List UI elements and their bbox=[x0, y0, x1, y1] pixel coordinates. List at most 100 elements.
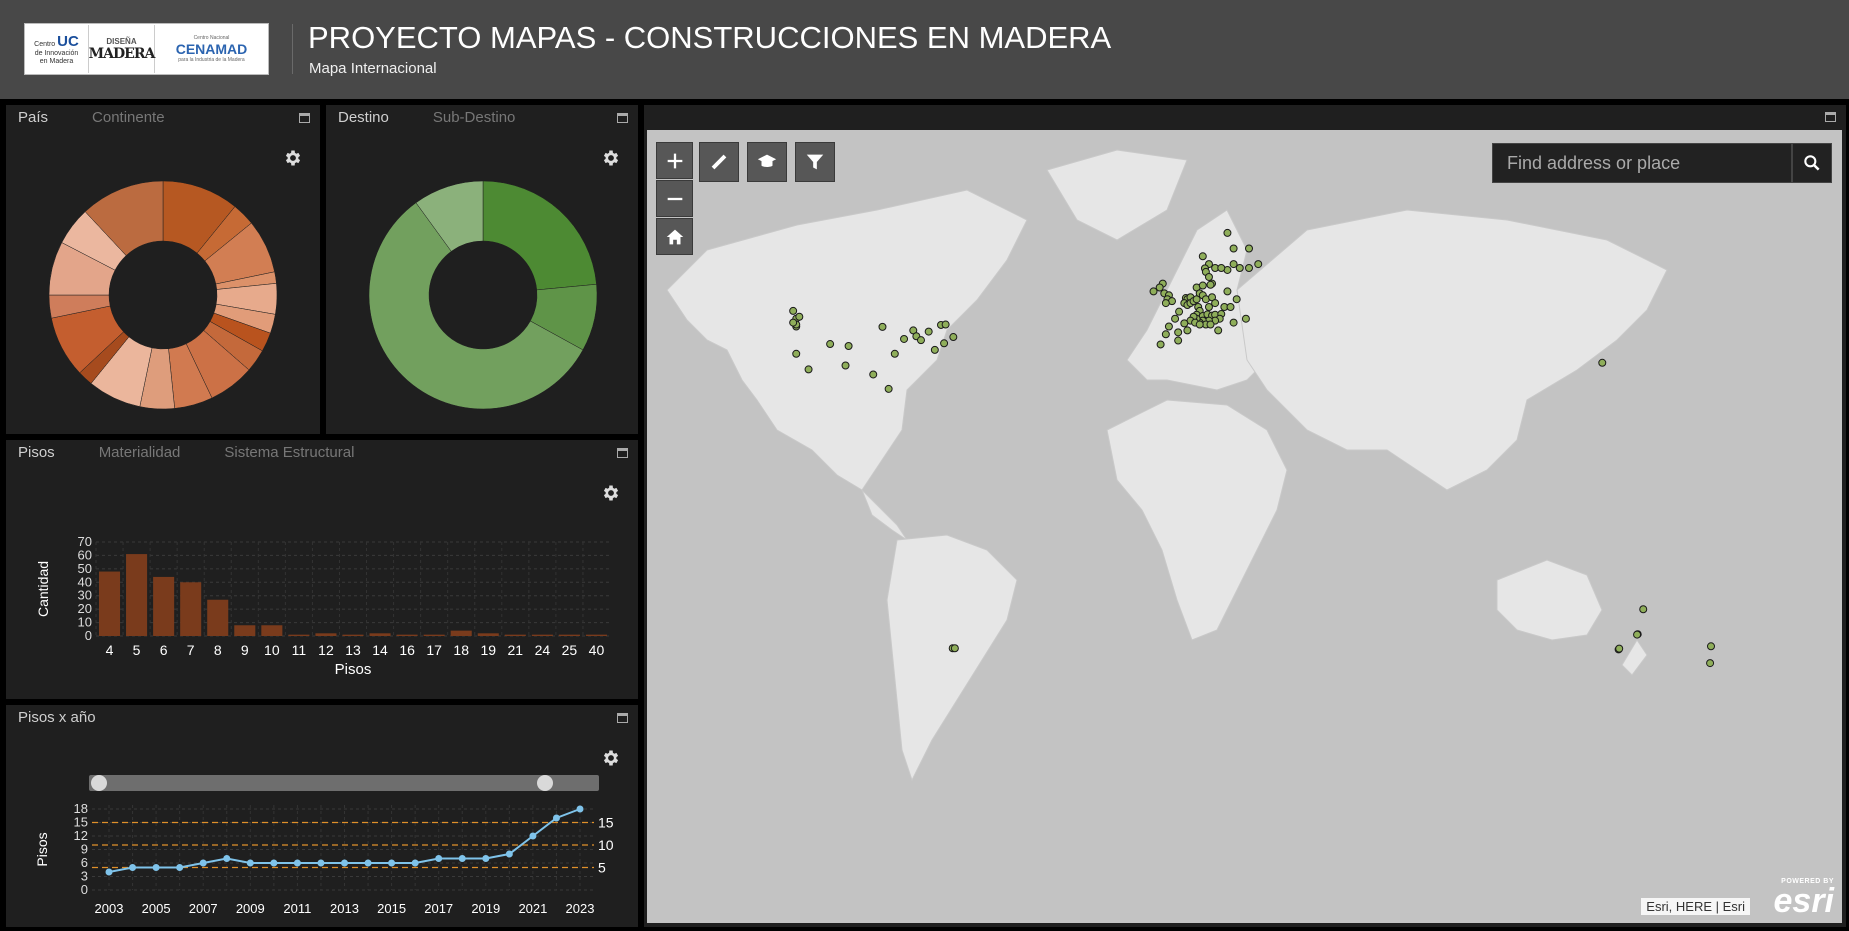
bar-pisos-10[interactable] bbox=[261, 625, 283, 636]
project-point[interactable] bbox=[1706, 659, 1715, 668]
pais-donut-chart[interactable] bbox=[6, 105, 320, 434]
point-2016[interactable] bbox=[411, 859, 419, 867]
pais-slice-1[interactable] bbox=[196, 206, 252, 262]
project-point[interactable] bbox=[1161, 299, 1170, 308]
project-point[interactable] bbox=[1149, 287, 1158, 296]
point-2005[interactable] bbox=[152, 864, 160, 871]
destino-donut-chart[interactable] bbox=[326, 105, 638, 434]
map-attribution[interactable]: Esri, HERE | Esri bbox=[1641, 898, 1750, 915]
point-2009[interactable] bbox=[246, 859, 254, 867]
point-2020[interactable] bbox=[505, 850, 513, 858]
project-point[interactable] bbox=[792, 349, 801, 358]
pais-slice-4[interactable] bbox=[215, 283, 278, 315]
project-point[interactable] bbox=[1195, 320, 1204, 329]
point-2013[interactable] bbox=[341, 859, 348, 867]
pais-slice-14[interactable] bbox=[48, 294, 111, 319]
project-point[interactable] bbox=[1245, 244, 1253, 253]
project-point[interactable] bbox=[1226, 303, 1235, 311]
point-2007[interactable] bbox=[199, 859, 207, 867]
pais-slice-17[interactable] bbox=[84, 180, 164, 256]
pais-slice-3[interactable] bbox=[215, 271, 277, 290]
project-point[interactable] bbox=[804, 365, 813, 374]
project-point[interactable] bbox=[1180, 319, 1189, 328]
home-button[interactable] bbox=[656, 218, 693, 255]
search-button[interactable] bbox=[1792, 143, 1832, 183]
project-point[interactable] bbox=[1615, 644, 1624, 653]
project-point[interactable] bbox=[1156, 340, 1165, 349]
project-point[interactable] bbox=[1198, 281, 1207, 290]
measure-button[interactable] bbox=[699, 142, 739, 182]
maximize-icon[interactable] bbox=[1825, 112, 1836, 122]
point-2018[interactable] bbox=[458, 855, 466, 862]
project-point[interactable] bbox=[1707, 642, 1715, 651]
bar-pisos-24[interactable] bbox=[531, 634, 553, 636]
point-2017[interactable] bbox=[435, 855, 443, 862]
tab-sub-destino[interactable]: Sub-Destino bbox=[433, 105, 516, 131]
point-2008[interactable] bbox=[223, 855, 231, 862]
world-map[interactable] bbox=[647, 130, 1842, 923]
pais-slice-16[interactable] bbox=[61, 211, 127, 271]
project-point[interactable] bbox=[900, 334, 909, 343]
project-point[interactable] bbox=[924, 327, 933, 336]
bar-pisos-9[interactable] bbox=[234, 625, 256, 636]
pais-slice-5[interactable] bbox=[213, 303, 276, 334]
project-point[interactable] bbox=[826, 340, 835, 349]
education-button[interactable] bbox=[747, 142, 787, 182]
tab-pais[interactable]: País bbox=[18, 105, 48, 131]
project-point[interactable] bbox=[1183, 326, 1192, 335]
point-2004[interactable] bbox=[129, 864, 137, 871]
project-point[interactable] bbox=[795, 312, 804, 321]
project-point[interactable] bbox=[1232, 295, 1241, 304]
project-point[interactable] bbox=[890, 349, 899, 358]
point-2010[interactable] bbox=[270, 859, 278, 867]
project-point[interactable] bbox=[844, 342, 853, 350]
maximize-icon[interactable] bbox=[299, 113, 310, 123]
esri-logo[interactable]: POWERED BY esri bbox=[1774, 878, 1835, 918]
project-point[interactable] bbox=[1161, 330, 1170, 339]
point-2023[interactable] bbox=[576, 805, 584, 813]
point-2006[interactable] bbox=[176, 864, 184, 871]
project-point[interactable] bbox=[1174, 336, 1183, 345]
pais-slice-8[interactable] bbox=[185, 330, 250, 399]
pais-slice-15[interactable] bbox=[48, 242, 116, 296]
project-point[interactable] bbox=[1229, 318, 1238, 327]
bar-pisos-4[interactable] bbox=[99, 571, 121, 636]
project-point[interactable] bbox=[1204, 303, 1213, 311]
project-point[interactable] bbox=[869, 370, 878, 379]
project-point[interactable] bbox=[941, 320, 950, 329]
project-point[interactable] bbox=[1633, 630, 1642, 639]
destino-slice-2[interactable] bbox=[368, 202, 584, 410]
pais-slice-9[interactable] bbox=[168, 343, 213, 409]
project-point[interactable] bbox=[884, 384, 893, 393]
project-point[interactable] bbox=[1229, 244, 1238, 253]
point-2021[interactable] bbox=[529, 832, 537, 840]
bar-pisos-17[interactable] bbox=[423, 634, 445, 636]
range-slider-track[interactable] bbox=[89, 775, 599, 791]
bar-pisos-13[interactable] bbox=[342, 634, 364, 636]
project-point[interactable] bbox=[916, 336, 925, 345]
project-point[interactable] bbox=[789, 306, 798, 315]
project-point[interactable] bbox=[1229, 260, 1238, 269]
map-view[interactable]: Esri, HERE | Esri POWERED BY esri bbox=[647, 130, 1842, 923]
pais-slice-13[interactable] bbox=[51, 305, 124, 374]
bar-pisos-12[interactable] bbox=[315, 633, 337, 636]
search-input[interactable] bbox=[1507, 153, 1777, 174]
range-slider-handle-end[interactable] bbox=[537, 775, 553, 791]
project-point[interactable] bbox=[1204, 272, 1213, 281]
bar-pisos-7[interactable] bbox=[180, 582, 202, 636]
bar-pisos-14[interactable] bbox=[369, 633, 391, 636]
bar-pisos-40[interactable] bbox=[585, 634, 607, 636]
destino-slice-3[interactable] bbox=[415, 180, 484, 252]
project-point[interactable] bbox=[1171, 314, 1180, 323]
bar-pisos-16[interactable] bbox=[396, 634, 418, 636]
project-point[interactable] bbox=[1598, 358, 1607, 367]
project-point[interactable] bbox=[878, 322, 887, 331]
filter-button[interactable] bbox=[795, 142, 835, 182]
pais-slice-2[interactable] bbox=[204, 222, 275, 285]
project-point[interactable] bbox=[1198, 252, 1207, 261]
range-slider-handle-start[interactable] bbox=[91, 775, 107, 791]
point-2019[interactable] bbox=[482, 855, 490, 862]
project-point[interactable] bbox=[1223, 287, 1232, 296]
project-point[interactable] bbox=[1206, 320, 1215, 329]
tab-destino[interactable]: Destino bbox=[338, 105, 389, 131]
